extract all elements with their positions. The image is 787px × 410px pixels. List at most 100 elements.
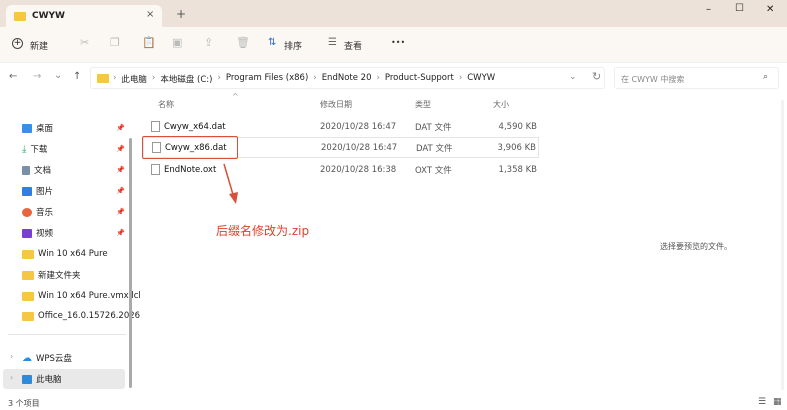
folder-icon xyxy=(97,74,109,83)
pin-icon: 📌 xyxy=(116,124,125,132)
close-button[interactable]: ✕ xyxy=(766,4,774,15)
sidebar-item-pictures[interactable]: 图片 xyxy=(22,181,53,201)
search-input[interactable]: 在 CWYW 中搜索 ⌕ xyxy=(614,67,779,89)
sidebar-label: 此电脑 xyxy=(36,375,62,385)
breadcrumb-endnote[interactable]: EndNote 20 xyxy=(322,73,372,85)
forward-button[interactable]: → xyxy=(33,71,41,82)
folder-icon xyxy=(22,270,34,280)
delete-icon[interactable]: 🗑 xyxy=(236,36,250,49)
navigation-pane: 桌面 📌 ⤓ 下载 📌 文档 📌 图片 📌 音乐 📌 视频 📌 Win 10 x6… xyxy=(0,93,141,393)
minimize-button[interactable]: – xyxy=(706,4,711,15)
cut-icon[interactable]: ✂ xyxy=(80,36,89,49)
expand-chevron-icon[interactable]: › xyxy=(10,373,13,382)
file-row[interactable]: EndNote.oxt 2020/10/28 16:38 OXT 文件 1,358 K… xyxy=(143,159,539,180)
sort-ascending-icon: ^ xyxy=(232,92,239,101)
sidebar-folder[interactable]: 新建文件夹 xyxy=(22,265,81,285)
sort-button[interactable]: 排序 xyxy=(284,39,302,52)
sidebar-label: 新建文件夹 xyxy=(38,271,81,281)
file-icon xyxy=(151,121,160,132)
command-bar: + 新建 ✂ ❐ 📋 ▣ ⇪ 🗑 ⇅ 排序 ☰ 查看 ••• xyxy=(0,27,787,63)
file-size: 4,590 KB xyxy=(498,121,537,132)
picture-icon xyxy=(22,186,32,196)
file-row[interactable]: Cwyw_x64.dat 2020/10/28 16:47 DAT 文件 4,590 … xyxy=(143,116,539,137)
sidebar-label: 视频 xyxy=(36,229,54,239)
copy-icon[interactable]: ❐ xyxy=(110,36,120,49)
new-tab-button[interactable]: + xyxy=(176,7,186,21)
view-button[interactable]: 查看 xyxy=(344,39,362,52)
paste-icon[interactable]: 📋 xyxy=(142,36,156,49)
file-type: DAT 文件 xyxy=(415,122,452,133)
file-name: EndNote.oxt xyxy=(164,164,217,175)
back-button[interactable]: ← xyxy=(9,71,17,82)
sidebar-item-desktop[interactable]: 桌面 xyxy=(22,118,53,138)
tab-cwyw[interactable]: CWYW × xyxy=(6,5,162,27)
pin-icon: 📌 xyxy=(116,187,125,195)
file-date: 2020/10/28 16:38 xyxy=(320,164,397,175)
document-icon xyxy=(22,165,30,175)
folder-icon xyxy=(22,311,34,321)
sidebar-item-this-pc[interactable]: 此电脑 xyxy=(22,369,62,389)
sidebar-item-videos[interactable]: 视频 xyxy=(22,223,53,243)
folder-icon xyxy=(22,291,34,301)
pin-icon: 📌 xyxy=(116,166,125,174)
column-header-type[interactable]: 类型 xyxy=(415,99,431,110)
tab-close-button[interactable]: × xyxy=(146,9,154,20)
file-size: 3,906 KB xyxy=(497,142,536,153)
desktop-icon xyxy=(22,123,32,133)
file-type: OXT 文件 xyxy=(415,165,452,176)
address-bar[interactable]: › 此电脑 › 本地磁盘 (C:) › Program Files (x86) › En… xyxy=(90,67,605,89)
new-button[interactable]: 新建 xyxy=(30,39,48,52)
sidebar-item-wps-cloud[interactable]: ☁ WPS云盘 xyxy=(22,348,72,368)
view-icon: ☰ xyxy=(328,37,337,48)
details-view-icon[interactable]: ☰ xyxy=(758,397,766,407)
tiles-view-icon[interactable]: ▦ xyxy=(773,397,782,407)
breadcrumb-cwyw[interactable]: CWYW xyxy=(467,73,495,85)
breadcrumb-this-pc[interactable]: 此电脑 xyxy=(121,73,147,85)
sidebar-label: WPS云盘 xyxy=(36,354,72,364)
sort-icon: ⇅ xyxy=(268,37,277,48)
search-icon: ⌕ xyxy=(763,72,769,82)
sidebar-item-music[interactable]: 音乐 xyxy=(22,202,53,222)
pin-icon: 📌 xyxy=(116,145,125,153)
divider xyxy=(8,334,126,335)
file-date: 2020/10/28 16:47 xyxy=(320,121,397,132)
breadcrumb-product-support[interactable]: Product-Support xyxy=(385,73,454,85)
chevron-down-icon[interactable]: ⌄ xyxy=(569,72,577,82)
sidebar-item-downloads[interactable]: ⤓ 下载 xyxy=(22,139,47,159)
folder-icon xyxy=(22,249,34,259)
arrow-annotation xyxy=(223,163,238,204)
search-placeholder: 在 CWYW 中搜索 xyxy=(621,75,685,84)
sidebar-label: 桌面 xyxy=(36,124,54,134)
cloud-icon: ☁ xyxy=(22,352,32,364)
recent-locations-button[interactable]: ⌄ xyxy=(54,70,62,81)
sidebar-folder[interactable]: Office_16.0.15726.2026 xyxy=(22,306,140,326)
expand-chevron-icon[interactable]: › xyxy=(10,352,13,361)
status-item-count: 3 个项目 xyxy=(8,399,40,408)
plus-circle-icon: + xyxy=(12,38,23,49)
address-bar-row: ← → ⌄ ↑ › 此电脑 › 本地磁盘 (C:) › Program Files (… xyxy=(0,63,787,93)
up-button[interactable]: ↑ xyxy=(73,71,81,82)
file-size: 1,358 KB xyxy=(498,164,537,175)
sidebar-folder[interactable]: Win 10 x64 Pure.vmx.lcl xyxy=(22,286,141,306)
breadcrumb-c-drive[interactable]: 本地磁盘 (C:) xyxy=(160,73,212,85)
sidebar-label: Win 10 x64 Pure.vmx.lcl xyxy=(38,291,141,301)
sidebar-folder[interactable]: Win 10 x64 Pure xyxy=(22,244,108,264)
column-header-name[interactable]: 名称 xyxy=(158,99,174,110)
rename-icon[interactable]: ▣ xyxy=(172,36,182,49)
sidebar-label: 音乐 xyxy=(36,208,54,218)
main-scrollbar[interactable] xyxy=(781,100,784,390)
more-button[interactable]: ••• xyxy=(391,38,405,47)
annotation-text: 后缀名修改为.zip xyxy=(216,224,310,238)
column-header-size[interactable]: 大小 xyxy=(493,99,509,110)
sidebar-label: 文档 xyxy=(34,166,52,176)
sidebar-item-documents[interactable]: 文档 xyxy=(22,160,51,180)
column-header-date[interactable]: 修改日期 xyxy=(320,99,352,110)
file-name: Cwyw_x64.dat xyxy=(164,121,226,132)
pin-icon: 📌 xyxy=(116,229,125,237)
refresh-button[interactable]: ↻ xyxy=(592,70,601,83)
share-icon[interactable]: ⇪ xyxy=(204,36,213,49)
maximize-button[interactable]: ☐ xyxy=(735,3,744,14)
breadcrumb-program-files[interactable]: Program Files (x86) xyxy=(226,73,308,85)
download-icon: ⤓ xyxy=(22,143,27,155)
sidebar-scrollbar[interactable] xyxy=(129,138,132,388)
